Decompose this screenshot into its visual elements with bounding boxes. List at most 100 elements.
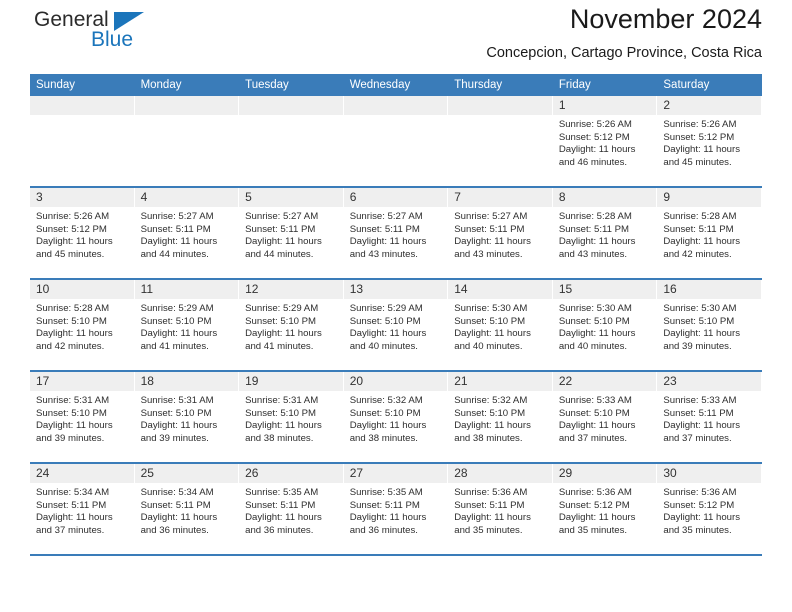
- calendar-day-cell[interactable]: 10 Sunrise: 5:28 AM Sunset: 5:10 PM Dayligh…: [30, 279, 135, 372]
- sunset-text: Sunset: 5:10 PM: [663, 315, 735, 327]
- daylight-text: Daylight: 11 hours and 37 minutes.: [558, 420, 636, 444]
- day-number: 4: [134, 188, 240, 207]
- daylight-text: Daylight: 11 hours and 38 minutes.: [349, 420, 427, 444]
- sunrise-text: Sunrise: 5:36 AM: [663, 487, 737, 498]
- calendar-day-cell[interactable]: 13 Sunrise: 5:29 AM Sunset: 5:10 PM Dayligh…: [343, 279, 449, 372]
- day-details: Sunrise: 5:36 AM Sunset: 5:12 PM Daylight:…: [657, 483, 762, 537]
- calendar-day-cell[interactable]: 8 Sunrise: 5:28 AM Sunset: 5:11 PM Daylight…: [552, 187, 658, 280]
- sunrise-text: Sunrise: 5:29 AM: [245, 303, 319, 314]
- calendar-day-cell[interactable]: 20 Sunrise: 5:32 AM Sunset: 5:10 PM Dayligh…: [343, 371, 449, 464]
- sunrise-text: Sunrise: 5:27 AM: [140, 211, 214, 222]
- sunset-text: Sunset: 5:10 PM: [349, 315, 421, 327]
- day-number: 10: [30, 280, 135, 299]
- calendar-day-cell[interactable]: 6 Sunrise: 5:27 AM Sunset: 5:11 PM Daylight…: [343, 187, 449, 280]
- day-number: 25: [134, 464, 240, 483]
- sunrise-text: Sunrise: 5:30 AM: [454, 303, 528, 314]
- brand-name-blue: Blue: [91, 28, 134, 51]
- daylight-text: Daylight: 11 hours and 43 minutes.: [349, 236, 427, 260]
- calendar-day-cell[interactable]: 29 Sunrise: 5:36 AM Sunset: 5:12 PM Dayligh…: [552, 463, 658, 556]
- calendar-cell-empty: [30, 96, 135, 188]
- sunrise-text: Sunrise: 5:28 AM: [36, 303, 110, 314]
- calendar-body: 1 Sunrise: 5:26 AM Sunset: 5:12 PM Daylight…: [30, 96, 762, 556]
- sunset-text: Sunset: 5:10 PM: [454, 407, 526, 419]
- daylight-text: Daylight: 11 hours and 35 minutes.: [663, 512, 740, 536]
- sunrise-text: Sunrise: 5:26 AM: [558, 119, 632, 130]
- day-number: 30: [657, 464, 762, 483]
- weekday-header-monday: Monday: [134, 74, 240, 96]
- calendar-grid: Sunday Monday Tuesday Wednesday Thursday Frid…: [30, 74, 762, 556]
- calendar-day-cell[interactable]: 23 Sunrise: 5:33 AM Sunset: 5:11 PM Dayligh…: [657, 371, 762, 464]
- day-details: Sunrise: 5:28 AM Sunset: 5:11 PM Daylight:…: [657, 207, 762, 261]
- daylight-text: Daylight: 11 hours and 45 minutes.: [663, 144, 740, 168]
- calendar-day-cell[interactable]: 19 Sunrise: 5:31 AM Sunset: 5:10 PM Dayligh…: [239, 371, 344, 464]
- calendar-day-cell[interactable]: 14 Sunrise: 5:30 AM Sunset: 5:10 PM Dayligh…: [448, 279, 553, 372]
- day-number: 15: [552, 280, 658, 299]
- day-number: 2: [657, 96, 762, 115]
- calendar-week-row: 3 Sunrise: 5:26 AM Sunset: 5:12 PM Daylight…: [30, 187, 762, 280]
- sunset-text: Sunset: 5:11 PM: [245, 499, 316, 511]
- calendar-day-cell[interactable]: 21 Sunrise: 5:32 AM Sunset: 5:10 PM Dayligh…: [448, 371, 553, 464]
- calendar-day-cell[interactable]: 2 Sunrise: 5:26 AM Sunset: 5:12 PM Daylight…: [657, 96, 762, 188]
- calendar-day-cell[interactable]: 22 Sunrise: 5:33 AM Sunset: 5:10 PM Dayligh…: [552, 371, 658, 464]
- calendar-day-cell[interactable]: 4 Sunrise: 5:27 AM Sunset: 5:11 PM Daylight…: [134, 187, 240, 280]
- calendar-day-cell[interactable]: 30 Sunrise: 5:36 AM Sunset: 5:12 PM Dayligh…: [657, 463, 762, 556]
- calendar-day-cell[interactable]: 18 Sunrise: 5:31 AM Sunset: 5:10 PM Dayligh…: [134, 371, 240, 464]
- calendar-week-row: 17 Sunrise: 5:31 AM Sunset: 5:10 PM Dayligh…: [30, 371, 762, 464]
- calendar-day-cell[interactable]: 16 Sunrise: 5:30 AM Sunset: 5:10 PM Dayligh…: [657, 279, 762, 372]
- calendar-day-cell[interactable]: 5 Sunrise: 5:27 AM Sunset: 5:11 PM Daylight…: [239, 187, 344, 280]
- sunset-text: Sunset: 5:10 PM: [36, 407, 107, 419]
- day-number: [134, 96, 240, 115]
- day-number: 21: [448, 372, 553, 391]
- day-number: 23: [657, 372, 762, 391]
- sunset-text: Sunset: 5:11 PM: [36, 499, 107, 511]
- sunset-text: Sunset: 5:10 PM: [140, 315, 212, 327]
- day-details: Sunrise: 5:36 AM Sunset: 5:11 PM Daylight:…: [448, 483, 553, 537]
- calendar-day-cell[interactable]: 11 Sunrise: 5:29 AM Sunset: 5:10 PM Dayligh…: [134, 279, 240, 372]
- calendar-day-cell[interactable]: 1 Sunrise: 5:26 AM Sunset: 5:12 PM Daylight…: [552, 96, 658, 188]
- calendar-week-row: 24 Sunrise: 5:34 AM Sunset: 5:11 PM Dayligh…: [30, 463, 762, 556]
- day-number: 22: [552, 372, 658, 391]
- day-details: Sunrise: 5:31 AM Sunset: 5:10 PM Daylight:…: [135, 391, 240, 445]
- day-number: [30, 96, 135, 115]
- calendar-day-cell[interactable]: 26 Sunrise: 5:35 AM Sunset: 5:11 PM Dayligh…: [239, 463, 344, 556]
- sunrise-text: Sunrise: 5:31 AM: [245, 395, 319, 406]
- daylight-text: Daylight: 11 hours and 37 minutes.: [663, 420, 740, 444]
- day-details: Sunrise: 5:31 AM Sunset: 5:10 PM Daylight:…: [239, 391, 344, 445]
- sunset-text: Sunset: 5:10 PM: [349, 407, 421, 419]
- title-block: November 2024 Concepcion, Cartago Provin…: [486, 0, 762, 64]
- day-number: 6: [343, 188, 449, 207]
- weekday-header-thursday: Thursday: [448, 74, 553, 96]
- calendar-cell-empty: [134, 96, 240, 188]
- sunrise-text: Sunrise: 5:36 AM: [558, 487, 632, 498]
- sunrise-text: Sunrise: 5:30 AM: [663, 303, 737, 314]
- day-number: 16: [657, 280, 762, 299]
- day-details: Sunrise: 5:32 AM Sunset: 5:10 PM Daylight:…: [344, 391, 449, 445]
- day-details: Sunrise: 5:30 AM Sunset: 5:10 PM Daylight:…: [657, 299, 762, 353]
- weekday-header-saturday: Saturday: [657, 74, 762, 96]
- day-details: Sunrise: 5:34 AM Sunset: 5:11 PM Daylight:…: [30, 483, 135, 537]
- calendar-day-cell[interactable]: 9 Sunrise: 5:28 AM Sunset: 5:11 PM Daylight…: [657, 187, 762, 280]
- sunrise-text: Sunrise: 5:31 AM: [36, 395, 110, 406]
- day-details: Sunrise: 5:33 AM Sunset: 5:11 PM Daylight:…: [657, 391, 762, 445]
- calendar-day-cell[interactable]: 25 Sunrise: 5:34 AM Sunset: 5:11 PM Dayligh…: [134, 463, 240, 556]
- daylight-text: Daylight: 11 hours and 43 minutes.: [558, 236, 636, 260]
- calendar-day-cell[interactable]: 28 Sunrise: 5:36 AM Sunset: 5:11 PM Dayligh…: [448, 463, 553, 556]
- day-number: 20: [343, 372, 449, 391]
- sunset-text: Sunset: 5:12 PM: [663, 131, 735, 143]
- sunrise-text: Sunrise: 5:35 AM: [349, 487, 423, 498]
- daylight-text: Daylight: 11 hours and 41 minutes.: [245, 328, 322, 352]
- daylight-text: Daylight: 11 hours and 44 minutes.: [245, 236, 322, 260]
- calendar-day-cell[interactable]: 27 Sunrise: 5:35 AM Sunset: 5:11 PM Dayligh…: [343, 463, 449, 556]
- day-details: Sunrise: 5:27 AM Sunset: 5:11 PM Daylight:…: [135, 207, 240, 261]
- sunrise-text: Sunrise: 5:28 AM: [663, 211, 737, 222]
- daylight-text: Daylight: 11 hours and 36 minutes.: [140, 512, 218, 536]
- sunrise-text: Sunrise: 5:33 AM: [663, 395, 737, 406]
- calendar-day-cell[interactable]: 15 Sunrise: 5:30 AM Sunset: 5:10 PM Dayligh…: [552, 279, 658, 372]
- calendar-day-cell[interactable]: 7 Sunrise: 5:27 AM Sunset: 5:11 PM Daylight…: [448, 187, 553, 280]
- daylight-text: Daylight: 11 hours and 38 minutes.: [245, 420, 322, 444]
- calendar-day-cell[interactable]: 3 Sunrise: 5:26 AM Sunset: 5:12 PM Daylight…: [30, 187, 135, 280]
- calendar-day-cell[interactable]: 24 Sunrise: 5:34 AM Sunset: 5:11 PM Dayligh…: [30, 463, 135, 556]
- calendar-day-cell[interactable]: 12 Sunrise: 5:29 AM Sunset: 5:10 PM Dayligh…: [239, 279, 344, 372]
- calendar-day-cell[interactable]: 17 Sunrise: 5:31 AM Sunset: 5:10 PM Dayligh…: [30, 371, 135, 464]
- brand-logo[interactable]: General Blue: [30, 8, 160, 60]
